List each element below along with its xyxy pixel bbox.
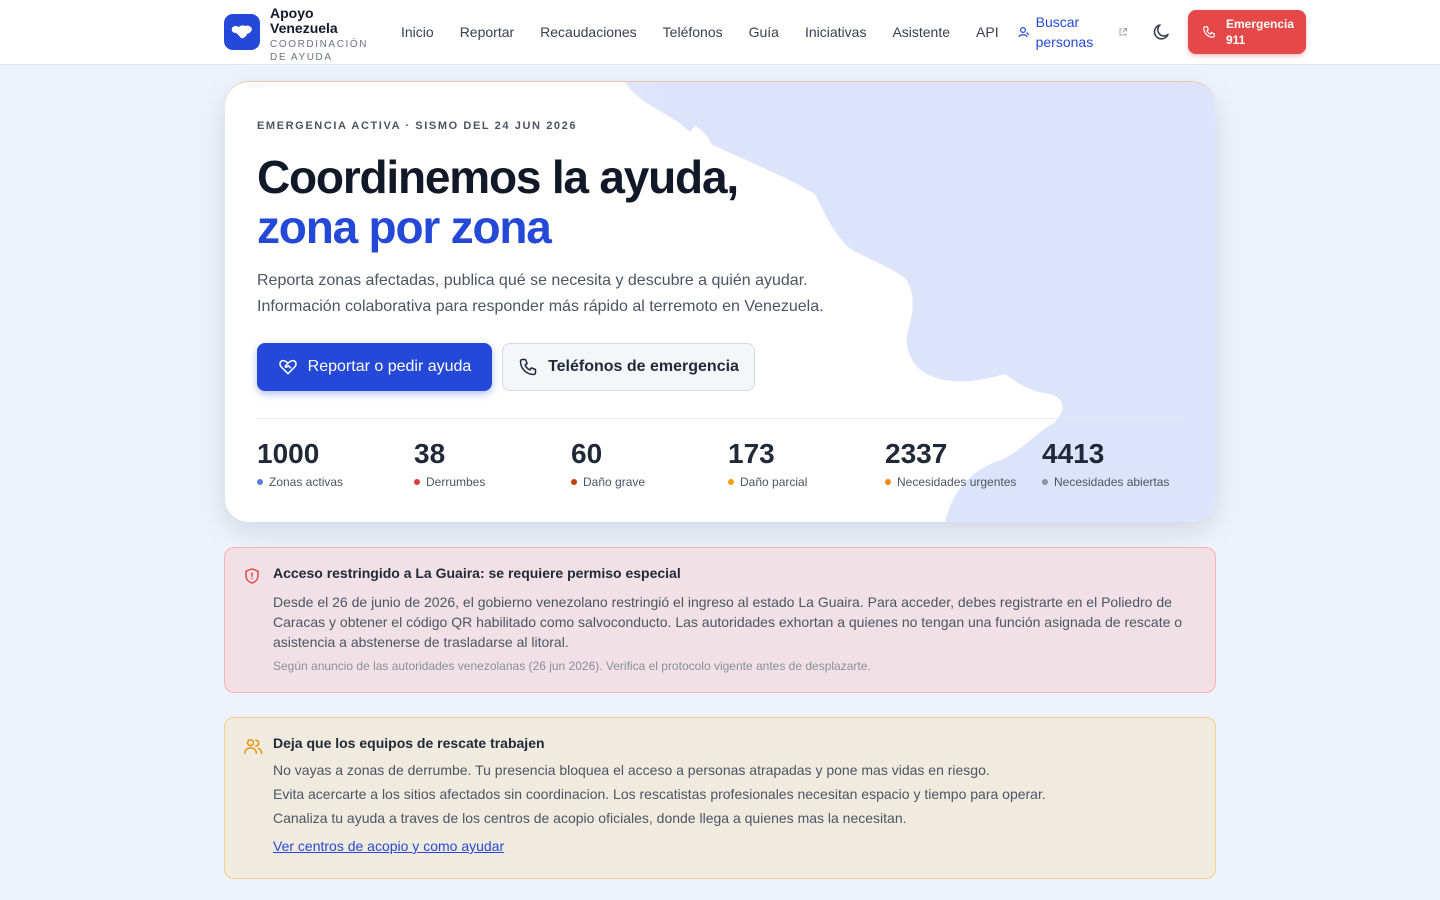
stat-label: Necesidades abiertas	[1054, 475, 1170, 489]
stat-value: 38	[414, 438, 446, 469]
nav-item-inicio[interactable]: Inicio	[388, 24, 447, 40]
nav-item-reportar[interactable]: Reportar	[447, 24, 527, 40]
page-title-accent: zona por zona	[257, 201, 552, 253]
heart-handshake-icon	[278, 359, 297, 375]
hero-divider	[257, 418, 1183, 419]
report-help-button[interactable]: Reportar o pedir ayuda	[257, 343, 492, 391]
phone-icon	[1203, 26, 1215, 38]
stats-row: 1000 Zonas activas 38 Derrumbes 60 Daño …	[257, 437, 1199, 489]
stat-necesidades-urgentes: 2337 Necesidades urgentes	[885, 437, 1042, 489]
main-nav: Inicio Reportar Recaudaciones Teléfonos …	[388, 0, 1128, 64]
external-link-icon	[1119, 28, 1127, 36]
restricted-access-alert: Acceso restringido a La Guaira: se requi…	[224, 547, 1216, 693]
person-search-icon	[1018, 26, 1030, 38]
emergency-911-button[interactable]: Emergencia 911	[1188, 10, 1306, 54]
stat-label: Zonas activas	[269, 475, 344, 489]
alert-title: Deja que los equipos de rescate trabajen	[273, 735, 545, 751]
stat-label: Daño grave	[583, 475, 646, 489]
rescue-teams-alert: Deja que los equipos de rescate trabajen…	[224, 717, 1216, 879]
collection-centers-link[interactable]: Ver centros de acopio y como ayudar	[273, 838, 504, 854]
shield-alert-icon	[245, 568, 259, 584]
emergency-911-label: Emergencia 911	[1226, 17, 1295, 47]
report-help-label: Reportar o pedir ayuda	[307, 358, 472, 375]
stat-value: 1000	[257, 438, 320, 469]
alert-body: Desde el 26 de junio de 2026, el gobiern…	[273, 594, 1183, 650]
status-dot	[414, 479, 420, 485]
stat-dano-parcial: 173 Daño parcial	[728, 437, 885, 489]
users-icon	[244, 739, 263, 755]
brand-subtitle: COORDINACIÓN DE AYUDA	[270, 39, 369, 63]
alert-source-note: Según anuncio de las autoridades venezol…	[273, 659, 871, 673]
top-navigation-bar: Apoyo Venezuela COORDINACIÓN DE AYUDA In…	[0, 0, 1440, 65]
nav-item-telefonos[interactable]: Teléfonos	[650, 24, 736, 40]
stat-zonas-activas: 1000 Zonas activas	[257, 437, 414, 489]
moon-icon	[1153, 24, 1169, 40]
brand-name: Apoyo Venezuela	[270, 5, 338, 36]
hero-description: Reporta zonas afectadas, publica qué se …	[257, 272, 824, 315]
dark-mode-toggle[interactable]	[1152, 22, 1172, 47]
brand-logo-link[interactable]: Apoyo Venezuela COORDINACIÓN DE AYUDA	[224, 6, 380, 64]
page-title-main: Coordinemos la ayuda,	[257, 151, 739, 203]
stat-label: Necesidades urgentes	[897, 475, 1017, 489]
stat-value: 2337	[885, 438, 948, 469]
status-dot	[571, 479, 577, 485]
alert-line: Evita acercarte a los sitios afectados s…	[273, 786, 1046, 802]
status-dot	[1042, 479, 1048, 485]
status-dot	[885, 479, 891, 485]
nav-item-api[interactable]: API	[963, 24, 1012, 40]
alert-line: Canaliza tu ayuda a traves de los centro…	[273, 810, 907, 826]
stat-derrumbes: 38 Derrumbes	[414, 437, 571, 489]
alert-body: No vayas a zonas de derrumbe. Tu presenc…	[273, 758, 1197, 830]
stat-value: 60	[571, 438, 603, 469]
stat-value: 4413	[1042, 438, 1105, 469]
emergency-phones-label: Teléfonos de emergencia	[548, 358, 739, 375]
page-title: Coordinemos la ayuda, zona por zona	[257, 152, 817, 252]
phone-icon	[519, 358, 537, 376]
alert-line: No vayas a zonas de derrumbe. Tu presenc…	[273, 762, 990, 778]
nav-item-asistente[interactable]: Asistente	[879, 24, 963, 40]
search-people-link[interactable]: Buscar personas	[1018, 12, 1128, 52]
nav-item-recaudaciones[interactable]: Recaudaciones	[527, 24, 650, 40]
venezuela-map-icon	[224, 14, 260, 50]
hero-card: EMERGENCIA ACTIVA · SISMO DEL 24 JUN 202…	[225, 82, 1215, 522]
status-dot	[728, 479, 734, 485]
status-dot	[257, 479, 263, 485]
stat-value: 173	[728, 438, 775, 469]
emergency-phones-button[interactable]: Teléfonos de emergencia	[502, 343, 755, 391]
stat-necesidades-abiertas: 4413 Necesidades abiertas	[1042, 437, 1199, 489]
stat-label: Daño parcial	[740, 475, 808, 489]
stat-label: Derrumbes	[426, 475, 486, 489]
emergency-kicker: EMERGENCIA ACTIVA · SISMO DEL 24 JUN 202…	[257, 120, 578, 132]
nav-item-iniciativas[interactable]: Iniciativas	[792, 24, 879, 40]
stat-dano-grave: 60 Daño grave	[571, 437, 728, 489]
nav-item-guia[interactable]: Guía	[736, 24, 792, 40]
search-people-label: Buscar personas	[1035, 14, 1094, 50]
alert-title: Acceso restringido a La Guaira: se requi…	[273, 565, 681, 581]
